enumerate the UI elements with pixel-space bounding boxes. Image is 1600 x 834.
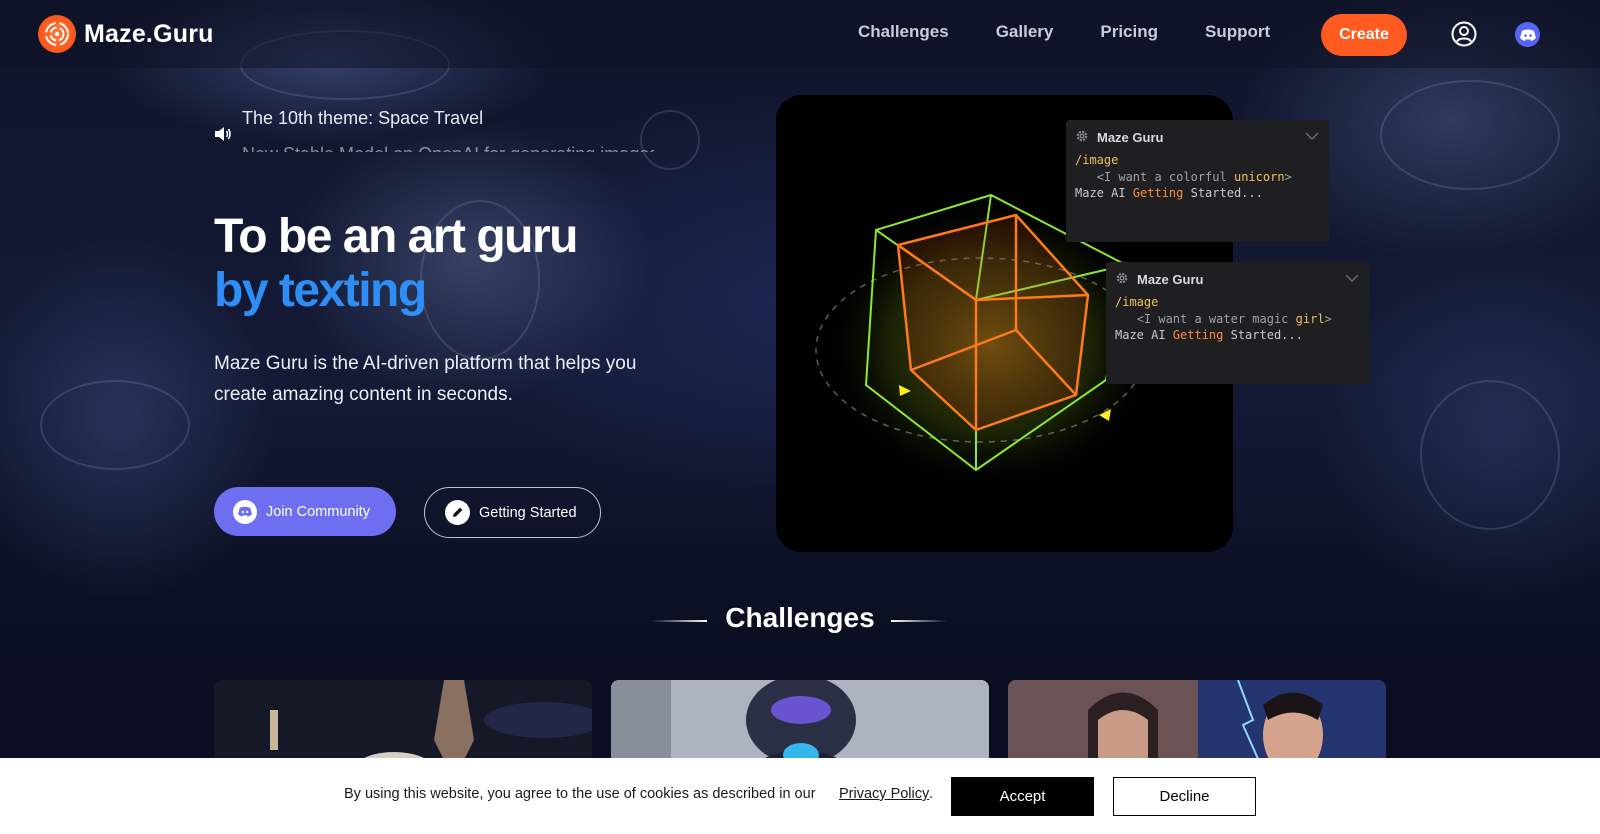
user-circle-icon[interactable] [1451,21,1477,47]
chevron-down-icon[interactable] [1344,270,1360,284]
discord-icon [233,499,257,524]
chat-status-end: Started... [1183,186,1263,200]
nav-link-challenges[interactable]: Challenges [858,22,949,42]
nav-link-pricing[interactable]: Pricing [1100,22,1158,42]
cookie-banner: By using this website, you agree to the … [0,758,1600,834]
announcement-ticker: The 10th theme: Space Travel New Stable … [214,104,654,152]
background-swirl [1420,380,1560,530]
gear-icon [1115,270,1129,289]
hero-title: To be an art guru by texting [214,210,578,318]
title-divider [891,620,947,622]
join-community-button[interactable]: Join Community [214,487,396,536]
ticker-item: New Stable Model on OpenAI for generatin… [242,144,654,152]
logo[interactable]: Maze.Guru [38,15,214,53]
nav-links: Challenges Gallery Pricing Support [858,22,1317,42]
chat-bot-name: Maze Guru [1137,271,1204,287]
decline-cookies-button[interactable]: Decline [1113,777,1256,816]
chat-status-highlight: Getting [1132,186,1184,200]
hero-description: Maze Guru is the AI-driven platform that… [214,353,637,405]
ticker-item: The 10th theme: Space Travel [242,108,484,128]
chat-prompt-keyword: girl [1295,311,1325,326]
cookie-message-end: . [929,786,934,802]
chat-prompt-end: > [1324,311,1332,326]
cookie-message: By using this website, you agree to the … [344,786,816,802]
chat-status-end: Started... [1223,328,1303,342]
challenges-title: Challenges [725,602,875,633]
getting-started-button[interactable]: Getting Started [424,487,601,538]
chat-prompt: <I want a water magic [1136,311,1296,326]
discord-icon[interactable] [1515,22,1540,47]
brand-name: Maze.Guru [84,19,214,48]
hero-title-line2: by texting [214,264,427,317]
background-swirl [40,380,190,470]
nav-link-gallery[interactable]: Gallery [996,22,1054,42]
chat-bot-name: Maze Guru [1097,129,1164,145]
top-navbar: Maze.Guru Challenges Gallery Pricing Sup… [0,0,1600,68]
maze-logo-icon [38,15,76,53]
gear-icon [1075,128,1089,147]
chat-message: /image <I want a colorful unicorn> Maze … [1075,152,1320,202]
join-community-label: Join Community [266,503,370,520]
chevron-down-icon[interactable] [1304,128,1320,142]
chat-command: /image [1075,153,1119,167]
chat-prompt-end: > [1284,169,1292,184]
chat-status: Maze AI [1075,186,1133,200]
create-button[interactable]: Create [1321,14,1407,56]
chat-card: Maze Guru /image <I want a colorful unic… [1066,120,1329,242]
chat-message: /image <I want a water magic girl> Maze … [1115,294,1360,344]
getting-started-label: Getting Started [479,504,577,521]
pencil-icon [445,500,470,525]
nav-link-support[interactable]: Support [1205,22,1270,42]
chat-prompt: <I want a colorful [1096,169,1234,184]
privacy-policy-link[interactable]: Privacy Policy [839,786,929,802]
chat-command: /image [1115,295,1159,309]
chat-status-highlight: Getting [1172,328,1224,342]
chat-prompt-keyword: unicorn [1233,169,1285,184]
hero-title-line1: To be an art guru [214,210,578,263]
chat-card: Maze Guru /image <I want a water magic g… [1106,262,1369,384]
chat-status: Maze AI [1115,328,1173,342]
accept-cookies-button[interactable]: Accept [951,777,1094,816]
background-swirl [1380,80,1560,190]
